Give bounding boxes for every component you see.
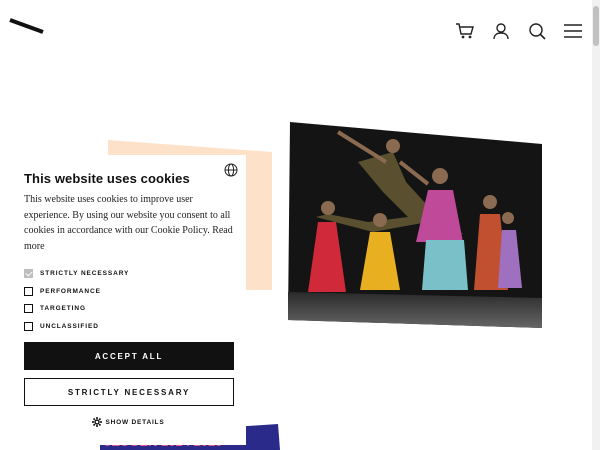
page-scrollbar[interactable] (592, 0, 600, 450)
header-icons (454, 20, 584, 42)
option-performance[interactable]: Performance (24, 283, 129, 301)
cart-icon[interactable] (454, 20, 476, 42)
accept-all-button[interactable]: Accept all (24, 342, 234, 370)
cookie-consent-dialog: This website uses cookies This website u… (10, 155, 246, 445)
option-label: Performance (40, 287, 101, 295)
site-logo[interactable] (8, 16, 46, 36)
show-details-link[interactable]: Show details (10, 417, 246, 427)
checkbox-strictly-necessary[interactable] (24, 269, 33, 279)
scrollbar-thumb[interactable] (593, 6, 599, 46)
cookie-title: This website uses cookies (24, 171, 190, 186)
gear-icon (91, 417, 102, 427)
globe-icon[interactable] (224, 163, 238, 177)
user-icon[interactable] (490, 20, 512, 42)
option-strictly-necessary[interactable]: Strictly necessary (24, 265, 129, 283)
option-label: Strictly necessary (40, 270, 130, 278)
menu-icon[interactable] (562, 20, 584, 42)
hero-dance-photo[interactable] (288, 122, 542, 328)
strictly-necessary-button[interactable]: Strictly necessary (24, 378, 234, 406)
checkbox-targeting[interactable] (24, 304, 33, 314)
option-unclassified[interactable]: Unclassified (24, 318, 129, 336)
cookie-description: This website uses cookies to improve use… (24, 194, 233, 252)
checkbox-unclassified[interactable] (24, 321, 33, 331)
checkbox-performance[interactable] (24, 286, 33, 296)
option-label: Targeting (40, 305, 86, 313)
option-label: Unclassified (40, 322, 99, 330)
option-targeting[interactable]: Targeting (24, 300, 129, 318)
cookie-options: Strictly necessary Performance Targeting… (24, 265, 129, 335)
show-details-label: Show details (105, 418, 165, 426)
search-icon[interactable] (526, 20, 548, 42)
